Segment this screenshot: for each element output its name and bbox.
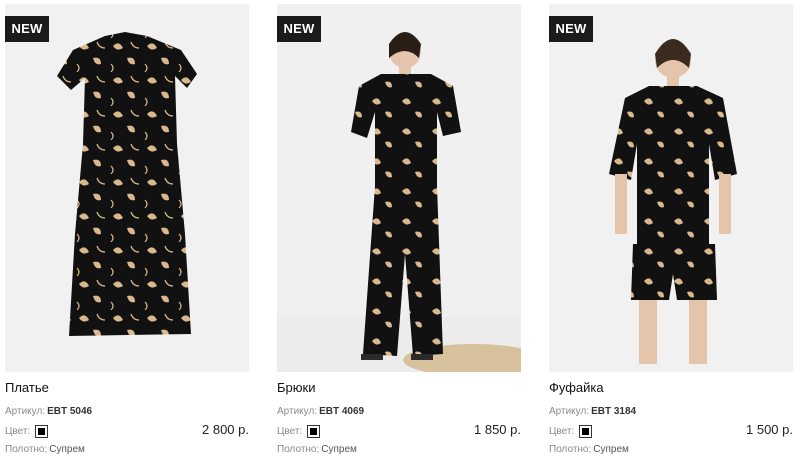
- color-swatch[interactable]: [579, 425, 593, 438]
- product-price: 2 800 р.: [202, 422, 249, 437]
- product-price: 1 500 р.: [746, 422, 793, 437]
- product-image[interactable]: NEW: [5, 4, 249, 372]
- fabric-value: Супрем: [49, 444, 85, 455]
- color-row: Цвет:: [277, 425, 321, 438]
- fabric-label: Полотно:: [277, 444, 320, 455]
- article-value: EBT 5046: [47, 406, 93, 417]
- color-label: Цвет:: [5, 426, 31, 437]
- product-name[interactable]: Фуфайка: [549, 380, 604, 395]
- fabric-value: Супрем: [593, 444, 629, 455]
- product-name[interactable]: Платье: [5, 380, 49, 395]
- new-badge: NEW: [277, 16, 321, 42]
- color-row: Цвет:: [549, 425, 593, 438]
- pants-model-image: [351, 32, 521, 372]
- fabric-value: Супрем: [321, 444, 357, 455]
- product-card[interactable]: NEW Брюки Артикул: EBT 4069 Цвет: 1 850 р…: [277, 4, 521, 466]
- dress-image: [57, 32, 197, 336]
- product-name[interactable]: Брюки: [277, 380, 315, 395]
- color-swatch[interactable]: [35, 425, 49, 438]
- article-row: Артикул: EBT 5046: [5, 406, 92, 417]
- article-label: Артикул:: [5, 406, 46, 417]
- article-row: Артикул: EBT 4069: [277, 406, 364, 417]
- color-row: Цвет:: [5, 425, 49, 438]
- article-label: Артикул:: [549, 406, 590, 417]
- new-badge: NEW: [549, 16, 593, 42]
- tshirt-model-image: [609, 39, 737, 364]
- product-card[interactable]: NEW Фуфайка Артикул: EBT 3184 Цвет: 1 500…: [549, 4, 793, 466]
- color-label: Цвет:: [549, 426, 575, 437]
- fabric-row: Полотно: Супрем: [5, 444, 85, 455]
- article-value: EBT 4069: [319, 406, 365, 417]
- fabric-label: Полотно:: [5, 444, 48, 455]
- fabric-label: Полотно:: [549, 444, 592, 455]
- article-value: EBT 3184: [591, 406, 637, 417]
- product-grid: NEW Платье Артикул: EBT 5046 Цвет: 2 800 …: [0, 0, 800, 466]
- fabric-row: Полотно: Супрем: [277, 444, 357, 455]
- color-label: Цвет:: [277, 426, 303, 437]
- product-image[interactable]: NEW: [549, 4, 793, 372]
- product-image[interactable]: NEW: [277, 4, 521, 372]
- article-row: Артикул: EBT 3184: [549, 406, 636, 417]
- color-swatch[interactable]: [307, 425, 321, 438]
- product-price: 1 850 р.: [474, 422, 521, 437]
- article-label: Артикул:: [277, 406, 318, 417]
- new-badge: NEW: [5, 16, 49, 42]
- fabric-row: Полотно: Супрем: [549, 444, 629, 455]
- product-card[interactable]: NEW Платье Артикул: EBT 5046 Цвет: 2 800 …: [5, 4, 249, 466]
